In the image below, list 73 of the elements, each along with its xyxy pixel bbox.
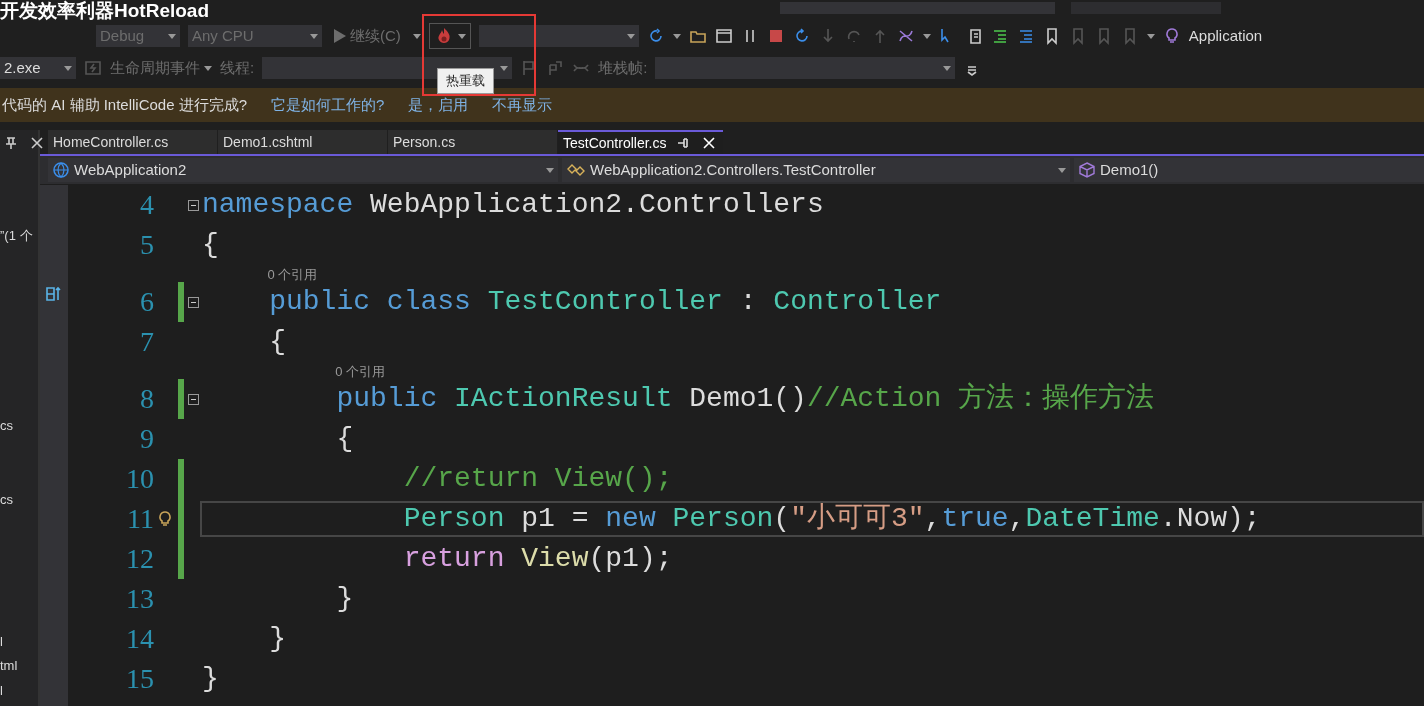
line-number: 10 <box>125 462 154 496</box>
tree-item[interactable]: cs <box>0 415 38 435</box>
code-line: } <box>268 622 287 656</box>
project-dropdown[interactable]: WebApplication2 <box>48 158 558 182</box>
line-number: 9 <box>139 422 154 456</box>
collapse-toggle[interactable] <box>187 393 199 405</box>
hot-path-icon[interactable] <box>896 27 915 45</box>
code-line: } <box>201 662 220 696</box>
caret-icon <box>457 33 466 39</box>
lightbulb-icon[interactable] <box>156 510 174 528</box>
thread-label: 线程: <box>220 57 255 78</box>
info-link[interactable]: 是，启用 <box>408 93 469 117</box>
code-line: { <box>268 325 287 359</box>
line-number: 6 <box>139 285 154 319</box>
reference-count[interactable]: 0 个引用 <box>267 265 318 282</box>
caret-icon[interactable] <box>1146 33 1155 39</box>
line-number: 8 <box>139 382 154 416</box>
video-title: 开发效率利器HotReload <box>0 0 209 22</box>
line-number: 13 <box>125 582 154 616</box>
caret-icon <box>500 65 509 71</box>
code-line: public class TestController : Controller <box>268 285 943 319</box>
code-map-icon[interactable] <box>45 285 63 303</box>
editor-tab[interactable]: Demo1.cshtml <box>218 130 388 154</box>
line-number: 4 <box>139 188 154 222</box>
info-message: 代码的 AI 辅助 IntelliCode 进行完成? <box>2 94 248 115</box>
editor-tab[interactable]: Person.cs <box>388 130 558 154</box>
browser-window-icon[interactable] <box>714 27 733 45</box>
info-link[interactable]: 不再显示 <box>492 93 553 117</box>
caret-icon <box>626 33 635 39</box>
line-number: 12 <box>125 542 154 576</box>
application-label[interactable]: Application <box>1188 24 1263 48</box>
line-number: 5 <box>139 228 154 262</box>
reference-count[interactable]: 0 个引用 <box>335 362 386 379</box>
info-link[interactable]: 它是如何工作的? <box>271 93 385 117</box>
tooltip: 热重载 <box>437 68 494 94</box>
code-line: { <box>335 422 355 456</box>
code-line: namespace WebApplication2.Controllers <box>201 188 825 222</box>
caret-icon[interactable] <box>922 33 931 39</box>
caret-icon <box>943 65 952 71</box>
code-line: { <box>201 228 220 262</box>
play-icon <box>334 29 346 43</box>
caret-icon <box>546 167 554 173</box>
tree-item[interactable]: cs <box>0 490 38 510</box>
caret-icon <box>1058 167 1066 173</box>
collapse-toggle[interactable] <box>187 296 199 308</box>
stack-frame-label: 堆栈帧: <box>598 57 648 78</box>
code-line: return View(p1); <box>402 542 674 576</box>
process-dropdown[interactable]: 2.exe <box>0 57 76 79</box>
editor-tab[interactable]: HomeController.cs <box>48 130 218 154</box>
line-number: 7 <box>139 325 154 359</box>
caret-icon <box>204 65 212 71</box>
code-line: //return View(); <box>402 462 674 496</box>
code-line: public IActionResult Demo1()//Action 方法：操作方法 <box>335 381 1156 416</box>
class-dropdown[interactable]: WebApplication2.Controllers.TestController <box>562 158 1070 182</box>
hot-reload-button[interactable] <box>428 23 471 49</box>
tree-item[interactable]: l <box>0 680 38 700</box>
caret-icon <box>310 33 318 39</box>
member-dropdown[interactable]: Demo1() <box>1074 158 1424 182</box>
collapse-toggle[interactable] <box>187 199 199 211</box>
globe-icon <box>52 161 70 179</box>
caret-icon[interactable] <box>672 33 681 39</box>
tree-item[interactable]: l <box>0 631 38 651</box>
caret-icon <box>168 33 176 39</box>
tree-item[interactable]: tml <box>0 656 38 676</box>
caret-icon[interactable] <box>412 33 421 39</box>
line-number: 15 <box>125 662 154 696</box>
cube-icon <box>1078 161 1096 179</box>
tree-item[interactable]: ”(1 个 <box>0 226 38 246</box>
code-line: } <box>335 582 355 616</box>
caret-icon <box>64 65 72 71</box>
line-number: 14 <box>125 622 154 656</box>
line-number: 11 <box>126 502 154 536</box>
search-field[interactable] <box>780 2 1055 14</box>
